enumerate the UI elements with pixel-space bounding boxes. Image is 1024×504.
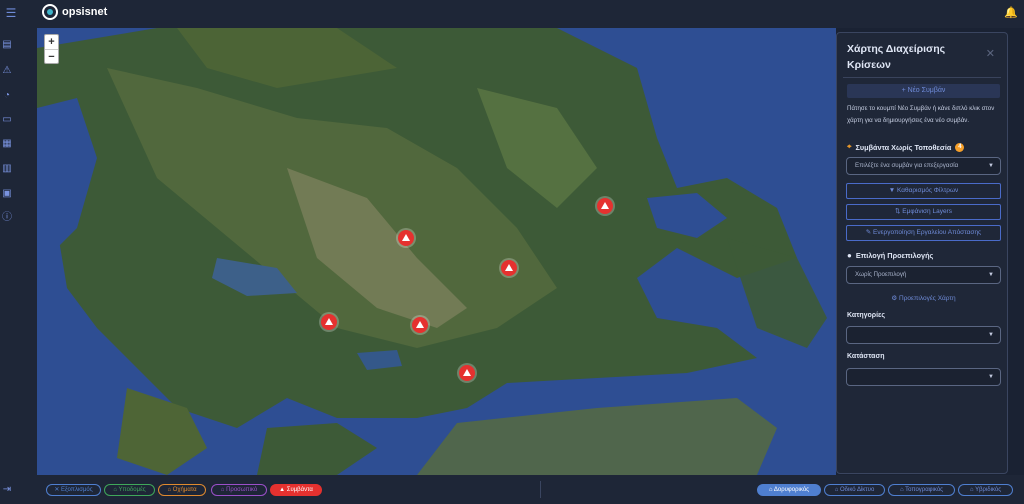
map-presets-label: Προεπιλογές Χάρτη (899, 295, 956, 302)
incident-select-value: Επιλέξτε ένα συμβάν για επεξεργασία (855, 162, 959, 169)
filter-chip-vehicles[interactable]: ⌂ Οχήματα (158, 484, 206, 496)
divider (540, 481, 541, 498)
info-icon[interactable]: ⓘ (0, 211, 14, 225)
filter-chip-personnel[interactable]: ⌂ Προσωπικό (211, 484, 267, 496)
clear-filters-button[interactable]: ▼ Καθαρισμός Φίλτρων (846, 183, 1001, 199)
map-presets-link[interactable]: ⚙ Προεπιλογές Χάρτη (846, 294, 1001, 302)
unlocated-header-label: Συμβάντα Χωρίς Τοποθεσία (855, 142, 952, 152)
filter-icon: ▼ (888, 187, 897, 194)
close-icon[interactable]: ✕ (986, 47, 995, 60)
chevron-down-icon: ▼ (988, 332, 994, 338)
filter-chip-equipment[interactable]: ✕ Εξοπλισμός (46, 484, 101, 496)
ruler-icon: ✎ (865, 229, 874, 236)
map-icon[interactable]: ▤ (0, 38, 14, 52)
preset-select[interactable]: Χωρίς Προεπιλογή ▼ (846, 266, 1001, 284)
unlocated-incidents-header: ⌖ Συμβάντα Χωρίς Τοποθεσία 4 (847, 142, 965, 152)
filter-chip-infrastructure[interactable]: ⌂ Υποδομές (104, 484, 155, 496)
clear-filters-label: Καθαρισμός Φίλτρων (896, 187, 959, 194)
crisis-panel: Χάρτης Διαχείρισης Κρίσεων ✕ + Νέο Συμβά… (836, 32, 1008, 474)
zoom-control: + − (44, 34, 59, 64)
logout-icon[interactable]: ⇥ (0, 483, 14, 497)
bottom-bar: ✕ Εξοπλισμός ⌂ Υποδομές ⌂ Οχήματα ⌂ Προσ… (37, 475, 1024, 504)
left-sidebar: ▤ ⚠ ◔ ▭ ▦ ▥ ▣ ⓘ ⇥ (0, 28, 37, 504)
incident-marker[interactable] (501, 260, 517, 276)
status-label: Κατάσταση (847, 353, 885, 360)
categories-select[interactable]: ▼ (846, 326, 1001, 344)
incident-marker[interactable] (412, 317, 428, 333)
enable-distance-tool-button[interactable]: ✎ Ενεργοποίηση Εργαλείου Απόστασης (846, 225, 1001, 241)
preset-header-label: Επιλογή Προεπιλογής (855, 251, 934, 260)
chevron-down-icon: ▼ (988, 163, 994, 169)
layer-chip-satellite[interactable]: ⌂ Δορυφορικός (757, 484, 821, 496)
logo-text: opsisnet (62, 6, 108, 18)
filter-chip-incidents[interactable]: ▲ Συμβάντα (270, 484, 322, 496)
preset-select-value: Χωρίς Προεπιλογή (855, 271, 907, 278)
incident-select[interactable]: Επιλέξτε ένα συμβάν για επεξεργασία ▼ (846, 157, 1001, 175)
preset-header: ● Επιλογή Προεπιλογής (847, 251, 933, 260)
clipboard-icon[interactable]: ▭ (0, 113, 14, 127)
zoom-out-button[interactable]: − (45, 49, 58, 63)
status-select[interactable]: ▼ (846, 368, 1001, 386)
layer-chip-topographic[interactable]: ⌂ Τοπογραφικός (888, 484, 955, 496)
divider (843, 77, 1001, 78)
notification-bell-icon[interactable]: 🔔 (1004, 6, 1018, 20)
enable-tools-label: Ενεργοποίηση Εργαλείου Απόστασης (873, 229, 982, 236)
logo-icon (42, 4, 58, 20)
zoom-in-button[interactable]: + (45, 35, 58, 49)
menu-icon[interactable]: ☰ (4, 6, 18, 20)
incident-marker[interactable] (398, 230, 414, 246)
chevron-down-icon: ▼ (988, 374, 994, 380)
panel-title: Χάρτης Διαχείρισης Κρίσεων (847, 43, 946, 71)
alert-icon[interactable]: ◔ (0, 89, 14, 103)
top-bar: ☰ opsisnet 🔔 (0, 0, 1024, 28)
chevron-down-icon: ▼ (988, 272, 994, 278)
new-incident-button[interactable]: + Νέο Συμβάν (847, 84, 1000, 98)
grid-icon[interactable]: ▦ (0, 137, 14, 151)
map-terrain (37, 28, 836, 475)
unlocated-count-badge: 4 (955, 142, 965, 152)
categories-label: Κατηγορίες (847, 312, 886, 319)
building-icon[interactable]: ▥ (0, 162, 14, 176)
logo[interactable]: opsisnet (42, 4, 107, 20)
layer-chip-hybrid[interactable]: ⌂ Υβριδικός (958, 484, 1013, 496)
pin-off-icon: ⌖ (847, 142, 852, 151)
pin-icon: ● (847, 251, 852, 260)
satellite-map[interactable] (37, 28, 836, 475)
show-layers-button[interactable]: ⇅ Εμφάνιση Layers (846, 204, 1001, 220)
gear-icon: ⚙ (891, 295, 900, 302)
incident-marker[interactable] (459, 365, 475, 381)
help-text: Πάτησε το κουμπί Νέο Συμβάν ή κάνε διπλό… (847, 105, 995, 124)
document-icon[interactable]: ▣ (0, 187, 14, 201)
show-layers-label: Εμφάνιση Layers (902, 208, 952, 215)
incident-marker[interactable] (321, 314, 337, 330)
warning-icon[interactable]: ⚠ (0, 64, 14, 78)
incident-marker[interactable] (597, 198, 613, 214)
layer-chip-road[interactable]: ⌂ Οδικό Δίκτυο (824, 484, 885, 496)
